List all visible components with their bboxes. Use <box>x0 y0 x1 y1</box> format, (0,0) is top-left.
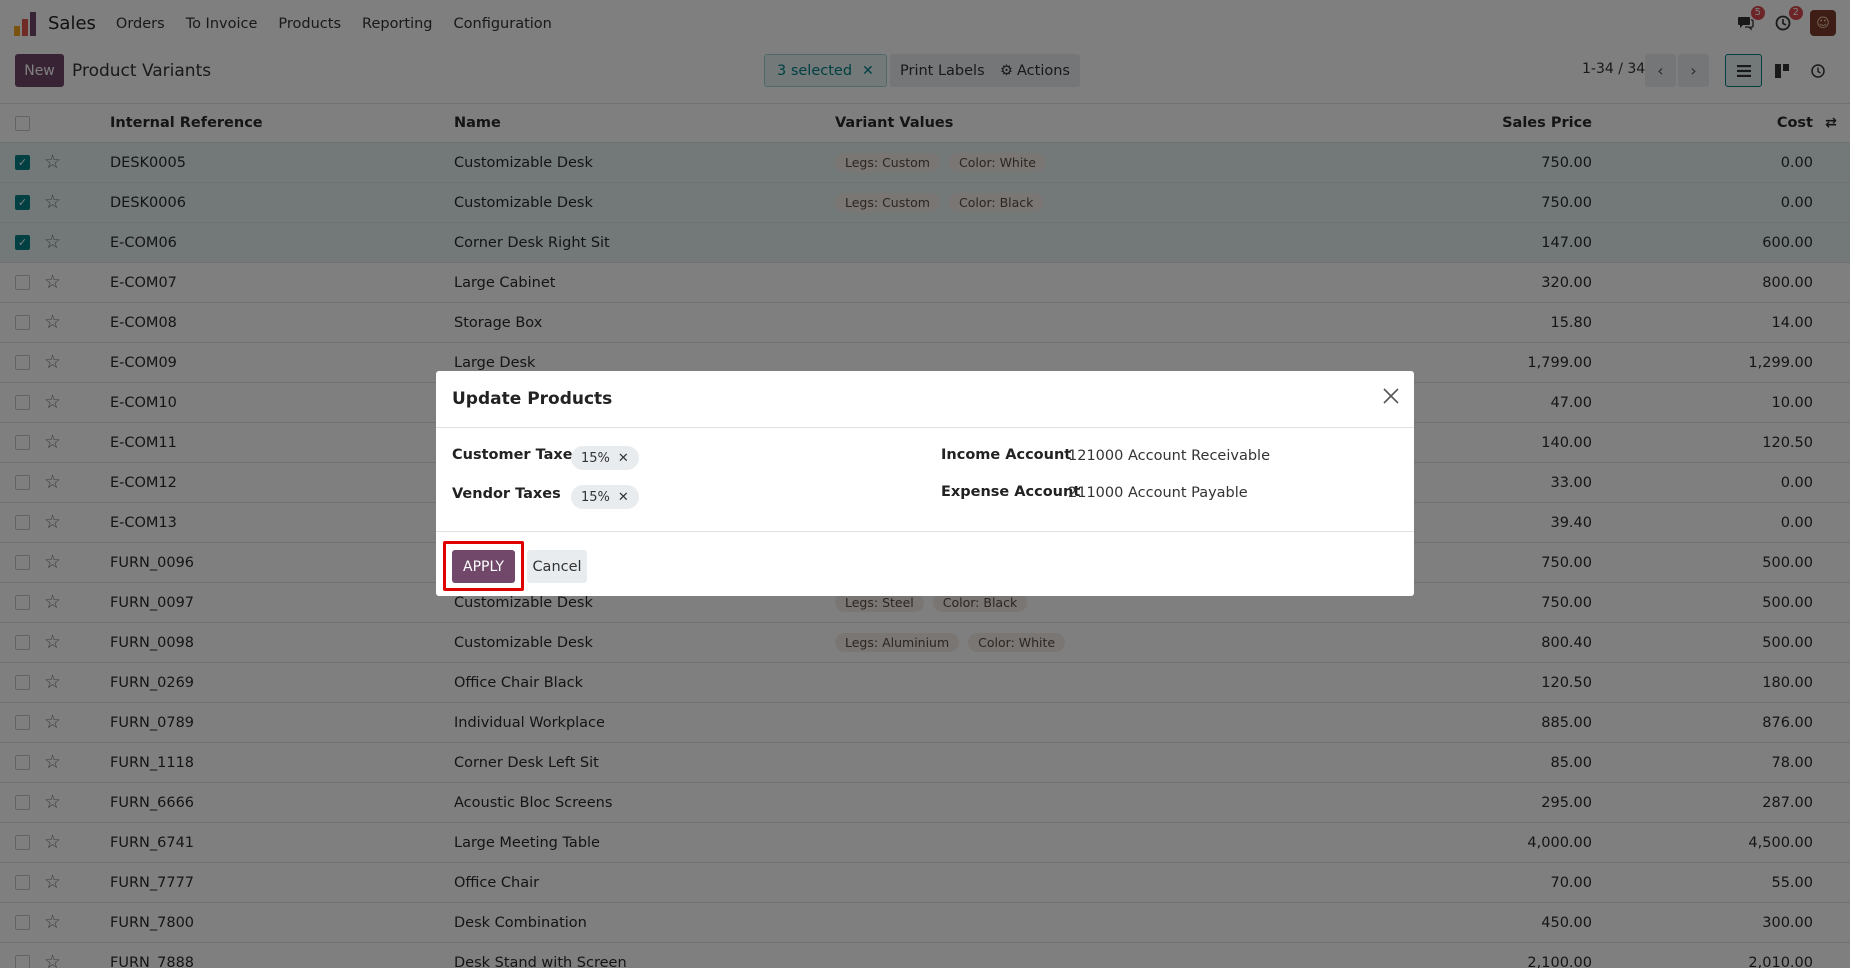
income-account-label: Income Account <box>941 447 1072 463</box>
customer-tax-tag: 15% ✕ <box>571 446 639 470</box>
apply-button[interactable]: APPLY <box>452 550 515 583</box>
vendor-tax-value: 15% <box>581 489 610 505</box>
close-icon[interactable] <box>1382 385 1400 409</box>
remove-tag-icon[interactable]: ✕ <box>618 451 629 466</box>
income-account-field[interactable]: 121000 Account Receivable <box>1068 448 1270 464</box>
remove-tag-icon[interactable]: ✕ <box>618 490 629 505</box>
customer-tax-value: 15% <box>581 450 610 466</box>
cancel-button[interactable]: Cancel <box>527 550 587 583</box>
dialog-header: Update Products <box>436 371 1414 428</box>
customer-taxes-label: Customer Taxes <box>452 447 582 463</box>
update-products-dialog: Update Products Customer Taxes 15% ✕ Ven… <box>436 371 1414 596</box>
expense-account-field[interactable]: 211000 Account Payable <box>1068 485 1248 501</box>
expense-account-label: Expense Account <box>941 484 1081 500</box>
vendor-tax-tag: 15% ✕ <box>571 485 639 509</box>
dialog-title: Update Products <box>452 389 613 409</box>
vendor-taxes-label: Vendor Taxes <box>452 486 561 502</box>
dialog-footer: APPLY Cancel <box>436 531 1414 596</box>
